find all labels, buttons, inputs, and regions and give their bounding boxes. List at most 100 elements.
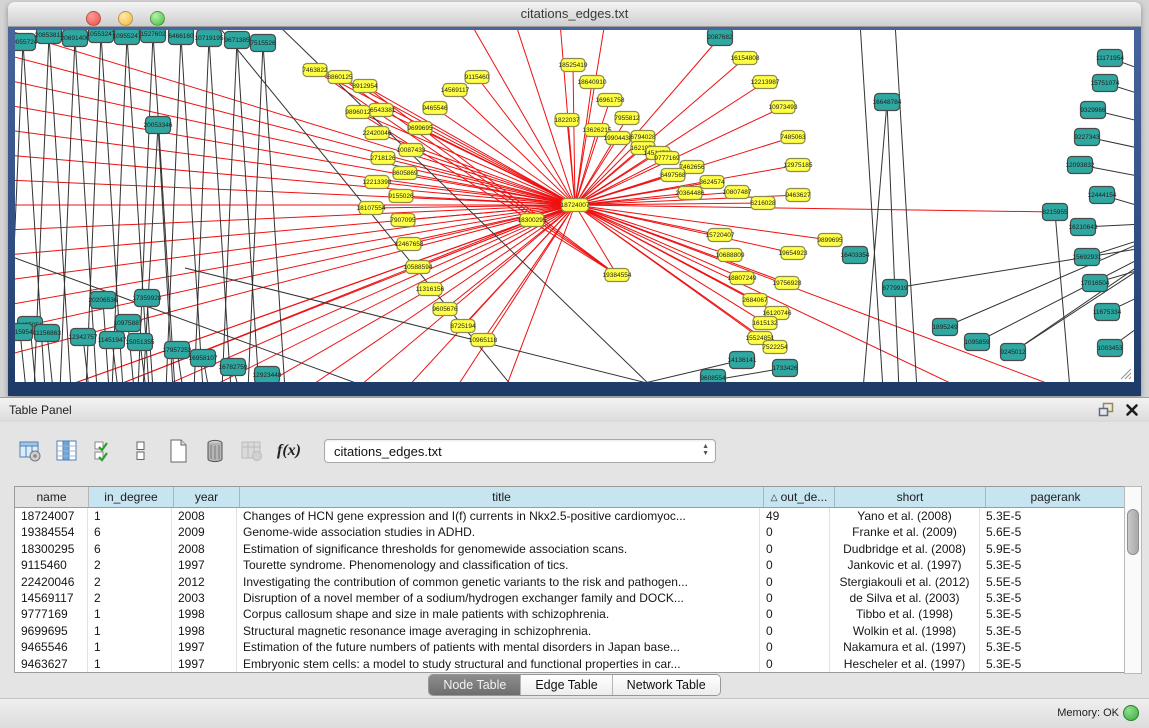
table-row[interactable]: 2242004622012Investigating the contribut… bbox=[15, 574, 1125, 590]
table-row[interactable]: 969969511998Structural magnetic resonanc… bbox=[15, 623, 1125, 639]
select-all-icon[interactable] bbox=[90, 436, 118, 466]
graph-node[interactable]: 7485063 bbox=[780, 131, 806, 144]
graph-node[interactable]: 18107554 bbox=[357, 202, 386, 215]
table-vertical-scrollbar[interactable] bbox=[1124, 486, 1142, 674]
graph-node[interactable]: 10087433 bbox=[397, 144, 426, 157]
table-row[interactable]: 977716911998Corpus callosum shape and si… bbox=[15, 606, 1125, 622]
graph-node[interactable]: 18807249 bbox=[728, 272, 757, 285]
graph-node[interactable]: 16154808 bbox=[731, 52, 760, 65]
column-header-indegree[interactable]: in_degree bbox=[89, 487, 174, 507]
graph-node[interactable]: 16543381 bbox=[367, 104, 396, 117]
table-row[interactable]: 946554611997Estimation of the future num… bbox=[15, 639, 1125, 655]
table-row[interactable]: 946362711997Embryonic stem cells: a mode… bbox=[15, 656, 1125, 672]
graph-node[interactable]: 10688809 bbox=[716, 249, 745, 262]
graph-node[interactable]: 9899695 bbox=[817, 234, 843, 247]
graph-node[interactable]: 19654923 bbox=[779, 247, 808, 260]
unselect-rows-icon[interactable] bbox=[127, 436, 155, 466]
graph-node[interactable]: 9245012 bbox=[1000, 344, 1026, 361]
table-row[interactable]: 1938455462009Genome-wide association stu… bbox=[15, 524, 1125, 540]
scrollbar-thumb[interactable] bbox=[1127, 509, 1139, 555]
graph-node[interactable]: 18525419 bbox=[559, 59, 588, 72]
graph-node[interactable]: 9671385 bbox=[224, 32, 250, 49]
graph-node[interactable]: 10973493 bbox=[769, 101, 798, 114]
tab-network-table[interactable]: Network Table bbox=[613, 675, 720, 695]
graph-node[interactable]: 20206536 bbox=[89, 292, 118, 309]
graph-node[interactable]: 16648784 bbox=[873, 94, 902, 111]
graph-node[interactable]: 1095859 bbox=[964, 334, 990, 351]
column-header-short[interactable]: short bbox=[835, 487, 986, 507]
new-table-icon[interactable] bbox=[164, 436, 192, 466]
select-column-icon[interactable] bbox=[53, 436, 81, 466]
graph-node[interactable]: 15720407 bbox=[706, 229, 735, 242]
graph-node[interactable]: 7955812 bbox=[614, 112, 640, 125]
graph-node[interactable]: 19384554 bbox=[603, 269, 632, 282]
graph-node[interactable]: 10965118 bbox=[469, 334, 498, 347]
graph-node[interactable]: 9777169 bbox=[654, 152, 680, 165]
tab-node-table[interactable]: Node Table bbox=[429, 675, 521, 695]
graph-node[interactable]: 11675334 bbox=[1093, 304, 1122, 321]
graph-node[interactable]: 9896012 bbox=[345, 106, 371, 119]
graph-node[interactable]: 2684067 bbox=[742, 294, 768, 307]
graph-node[interactable]: 11171954 bbox=[1096, 50, 1124, 67]
graph-node[interactable]: 1822037 bbox=[554, 114, 580, 127]
graph-node[interactable]: 8912954 bbox=[352, 80, 378, 93]
close-panel-icon[interactable] bbox=[1125, 403, 1139, 417]
graph-node[interactable]: 6216028 bbox=[750, 197, 776, 210]
graph-node[interactable]: 18300295 bbox=[518, 214, 547, 227]
table-source-dropdown[interactable]: citations_edges.txt ▲▼ bbox=[324, 439, 716, 463]
graph-node[interactable]: 15692931 bbox=[1073, 249, 1102, 266]
table-row[interactable]: 1872400712008Changes of HCN gene express… bbox=[15, 508, 1125, 524]
graph-node[interactable]: 20691406 bbox=[61, 30, 90, 47]
graph-node[interactable]: 6466160 bbox=[168, 30, 194, 45]
graph-node[interactable]: 19756928 bbox=[773, 277, 802, 290]
column-header-title[interactable]: title bbox=[240, 487, 764, 507]
column-header-outde[interactable]: △out_de... bbox=[764, 487, 835, 507]
graph-node[interactable]: 1733426 bbox=[772, 360, 798, 377]
graph-node[interactable]: 20053346 bbox=[144, 117, 173, 134]
graph-node[interactable]: 9605676 bbox=[432, 303, 458, 316]
graph-node[interactable]: 15751074 bbox=[1091, 75, 1120, 92]
graph-node[interactable]: 7463822 bbox=[302, 64, 328, 77]
graph-node[interactable]: 12923448 bbox=[253, 367, 282, 383]
graph-node[interactable]: 16961758 bbox=[596, 94, 625, 107]
graph-node[interactable]: 17957253 bbox=[163, 342, 192, 359]
column-header-pagerank[interactable]: pagerank bbox=[986, 487, 1125, 507]
graph-node[interactable]: 17359928 bbox=[133, 290, 162, 307]
graph-node[interactable]: 11316156 bbox=[416, 283, 445, 296]
graph-node[interactable]: 8215955 bbox=[1042, 204, 1068, 221]
graph-node[interactable]: 16958107 bbox=[189, 350, 218, 367]
graph-node[interactable]: 2718126 bbox=[370, 152, 396, 165]
resize-grip-icon[interactable] bbox=[1118, 366, 1132, 380]
graph-node[interactable]: 2087682 bbox=[707, 30, 733, 46]
table-settings-icon[interactable] bbox=[16, 436, 44, 466]
graph-node[interactable]: 10807487 bbox=[723, 186, 752, 199]
graph-node[interactable]: 1003453 bbox=[1097, 340, 1123, 357]
graph-node[interactable]: 15051355 bbox=[126, 334, 155, 351]
graph-node[interactable]: 9465546 bbox=[422, 102, 448, 115]
column-header-name[interactable]: name bbox=[15, 487, 89, 507]
network-window-titlebar[interactable]: citations_edges.txt bbox=[8, 2, 1141, 27]
graph-node[interactable]: 18724007 bbox=[561, 199, 590, 212]
graph-node[interactable]: 20853811 bbox=[35, 30, 64, 44]
graph-node[interactable]: 6497568 bbox=[660, 169, 686, 182]
graph-node[interactable]: 10588594 bbox=[404, 261, 433, 274]
column-header-year[interactable]: year bbox=[174, 487, 240, 507]
graph-node[interactable]: 1615132 bbox=[752, 317, 778, 330]
graph-node[interactable]: 12342757 bbox=[69, 329, 98, 346]
tab-edge-table[interactable]: Edge Table bbox=[521, 675, 612, 695]
graph-node[interactable]: 3624574 bbox=[699, 176, 725, 189]
graph-node[interactable]: 1895249 bbox=[932, 319, 958, 336]
node-table[interactable]: namein_degreeyeartitle△out_de...shortpag… bbox=[14, 486, 1126, 673]
graph-node[interactable]: 12467658 bbox=[395, 238, 424, 251]
graph-node[interactable]: 7515526 bbox=[250, 35, 276, 52]
graph-node[interactable]: 8725194 bbox=[450, 320, 476, 333]
graph-node[interactable]: 7522254 bbox=[762, 341, 788, 354]
graph-node[interactable]: 9463627 bbox=[785, 189, 811, 202]
graph-node[interactable]: 10955247 bbox=[113, 30, 142, 45]
graph-node[interactable]: 9608554 bbox=[700, 370, 726, 383]
graph-node[interactable]: 20364486 bbox=[676, 187, 705, 200]
table-row[interactable]: 911546021997Tourette syndrome. Phenomeno… bbox=[15, 557, 1125, 573]
graph-node[interactable]: 11451947 bbox=[98, 332, 127, 349]
graph-node[interactable]: 22420046 bbox=[363, 127, 392, 140]
graph-node[interactable]: 9155026 bbox=[388, 190, 414, 203]
